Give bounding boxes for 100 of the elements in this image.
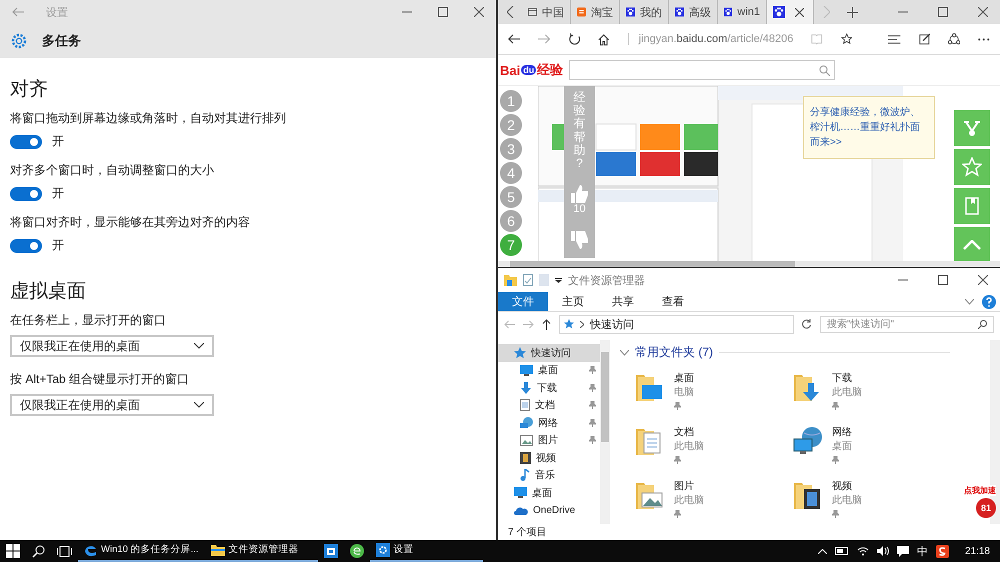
toggle-state: 开 bbox=[52, 185, 64, 202]
folder-item[interactable]: 下载 此电脑 bbox=[792, 371, 950, 413]
browser-tab[interactable] bbox=[767, 0, 814, 24]
hub-icon[interactable] bbox=[888, 34, 901, 44]
windows-logo-icon[interactable] bbox=[6, 544, 20, 558]
browser-tab[interactable]: 高级 bbox=[669, 0, 718, 24]
close-icon[interactable] bbox=[978, 7, 988, 17]
address-bar[interactable]: jingyan.baidu.com/article/48206 bbox=[628, 33, 794, 45]
maximize-icon[interactable] bbox=[438, 7, 448, 17]
new-tab-icon[interactable] bbox=[846, 6, 858, 18]
help-icon[interactable] bbox=[982, 294, 996, 308]
search-field[interactable]: 搜索"快速访问" bbox=[820, 316, 994, 332]
maximize-icon[interactable] bbox=[938, 7, 948, 17]
nav-item[interactable]: 快速访问 bbox=[498, 344, 600, 362]
pin-icon bbox=[589, 436, 596, 444]
close-icon[interactable] bbox=[474, 7, 484, 17]
folder-item[interactable]: 图片 此电脑 bbox=[634, 479, 792, 521]
share-icon bbox=[963, 119, 981, 137]
pin-icon bbox=[674, 510, 681, 518]
toggle-switch[interactable] bbox=[10, 238, 42, 252]
clock[interactable]: 21:18 bbox=[964, 546, 990, 556]
pin-icon bbox=[589, 366, 596, 374]
chevron-left-icon[interactable] bbox=[506, 6, 514, 18]
caret-icon[interactable] bbox=[555, 278, 562, 282]
browser-tab[interactable]: 中国 bbox=[522, 0, 571, 24]
taskbar-item[interactable]: Win10 的多任务分屏... bbox=[78, 540, 204, 562]
section-heading: 对齐 bbox=[10, 78, 49, 102]
setting-label: 在任务栏上，显示打开的窗口 bbox=[10, 312, 167, 329]
scrollbar[interactable] bbox=[990, 340, 1000, 524]
taskbar-item[interactable]: 文件资源管理器 bbox=[204, 540, 318, 562]
folder-item[interactable]: 桌面 电脑 bbox=[634, 371, 792, 413]
speaker-icon[interactable] bbox=[876, 546, 889, 556]
promo-label[interactable]: 点我加速 bbox=[964, 485, 996, 496]
folder-item[interactable]: 网络 桌面 bbox=[792, 425, 950, 467]
group-heading[interactable]: 常用文件夹 (7) bbox=[635, 344, 713, 361]
input-method-indicator[interactable]: 中 bbox=[916, 544, 928, 558]
chevron-down-icon[interactable] bbox=[965, 298, 974, 304]
star-icon bbox=[564, 319, 574, 329]
browser-tab[interactable]: 淘宝 bbox=[571, 0, 620, 24]
paw-icon bbox=[626, 6, 635, 18]
share-icon[interactable] bbox=[948, 32, 960, 46]
download-icon bbox=[520, 382, 532, 394]
taskbar-item[interactable]: 设置 bbox=[370, 540, 482, 562]
wifi-icon[interactable] bbox=[856, 546, 869, 556]
scrollbar-thumb[interactable] bbox=[510, 261, 795, 267]
folder-icon bbox=[504, 274, 517, 286]
close-icon[interactable] bbox=[795, 8, 804, 16]
thumbs-down-icon[interactable] bbox=[570, 231, 588, 250]
promo-tooltip[interactable]: 分享健康经验，微波炉、榨汁机……重重好礼扑面而来>> bbox=[803, 96, 935, 159]
maximize-icon[interactable] bbox=[938, 275, 948, 285]
path-segment[interactable]: 快速访问 bbox=[590, 316, 634, 332]
cloud-icon bbox=[514, 506, 528, 515]
nav-item[interactable]: 桌面 bbox=[498, 362, 600, 379]
chevron-up-icon[interactable] bbox=[818, 548, 827, 554]
like-count: 10 bbox=[573, 203, 586, 216]
battery-icon[interactable] bbox=[834, 547, 849, 555]
nav-item[interactable]: 桌面 bbox=[498, 484, 600, 502]
sogou-icon[interactable] bbox=[936, 544, 949, 558]
ribbon-tab[interactable]: 文件 bbox=[498, 292, 548, 311]
note-icon[interactable] bbox=[918, 32, 930, 46]
home-icon[interactable] bbox=[598, 32, 610, 46]
nav-item[interactable]: 音乐 bbox=[498, 466, 600, 484]
chevron-down-icon[interactable] bbox=[620, 350, 629, 356]
star-icon bbox=[962, 157, 982, 177]
ribbon-tab[interactable]: 共享 bbox=[598, 292, 648, 311]
notification-icon[interactable] bbox=[896, 546, 909, 556]
dropdown[interactable]: 仅限我正在使用的桌面 bbox=[10, 394, 214, 416]
task-view-icon[interactable] bbox=[57, 546, 72, 556]
browser-tab[interactable]: 我的 bbox=[620, 0, 669, 24]
toggle-switch[interactable] bbox=[10, 134, 42, 148]
dropdown[interactable]: 仅限我正在使用的桌面 bbox=[10, 335, 214, 357]
up-arrow-icon[interactable] bbox=[542, 318, 551, 330]
browser-icon bbox=[84, 544, 97, 556]
nav-item[interactable]: OneDrive bbox=[498, 502, 600, 519]
site-logo[interactable]: Bai du 经验 bbox=[500, 61, 564, 79]
nav-item[interactable]: 图片 bbox=[498, 432, 600, 449]
star-icon bbox=[514, 346, 526, 359]
nav-item[interactable]: 下载 bbox=[498, 379, 600, 396]
search-field[interactable] bbox=[569, 60, 836, 80]
toggle-switch[interactable] bbox=[10, 186, 42, 200]
folder-item[interactable]: 文档 此电脑 bbox=[634, 425, 792, 467]
settings-icon bbox=[10, 32, 28, 50]
nav-item[interactable]: 网络 bbox=[498, 414, 600, 432]
nav-item[interactable]: 视频 bbox=[498, 449, 600, 466]
star-icon[interactable] bbox=[840, 32, 852, 46]
chevron-right-icon[interactable] bbox=[580, 320, 584, 328]
refresh-icon[interactable] bbox=[568, 32, 580, 46]
close-icon[interactable] bbox=[978, 275, 988, 285]
search-icon[interactable] bbox=[32, 544, 45, 558]
ribbon-tab[interactable]: 主页 bbox=[548, 292, 598, 311]
refresh-icon[interactable] bbox=[802, 319, 812, 329]
circle-app-icon bbox=[350, 544, 364, 558]
scrollbar-thumb[interactable] bbox=[601, 352, 609, 442]
back-arrow-icon[interactable] bbox=[508, 33, 520, 45]
address-bar[interactable]: 快速访问 bbox=[559, 314, 794, 334]
thumbs-up-icon[interactable] bbox=[570, 185, 588, 204]
ribbon-tab[interactable]: 查看 bbox=[648, 292, 698, 311]
more-icon[interactable] bbox=[978, 38, 990, 40]
folder-item[interactable]: 视频 此电脑 bbox=[792, 479, 950, 521]
nav-item[interactable]: 文档 bbox=[498, 396, 600, 414]
